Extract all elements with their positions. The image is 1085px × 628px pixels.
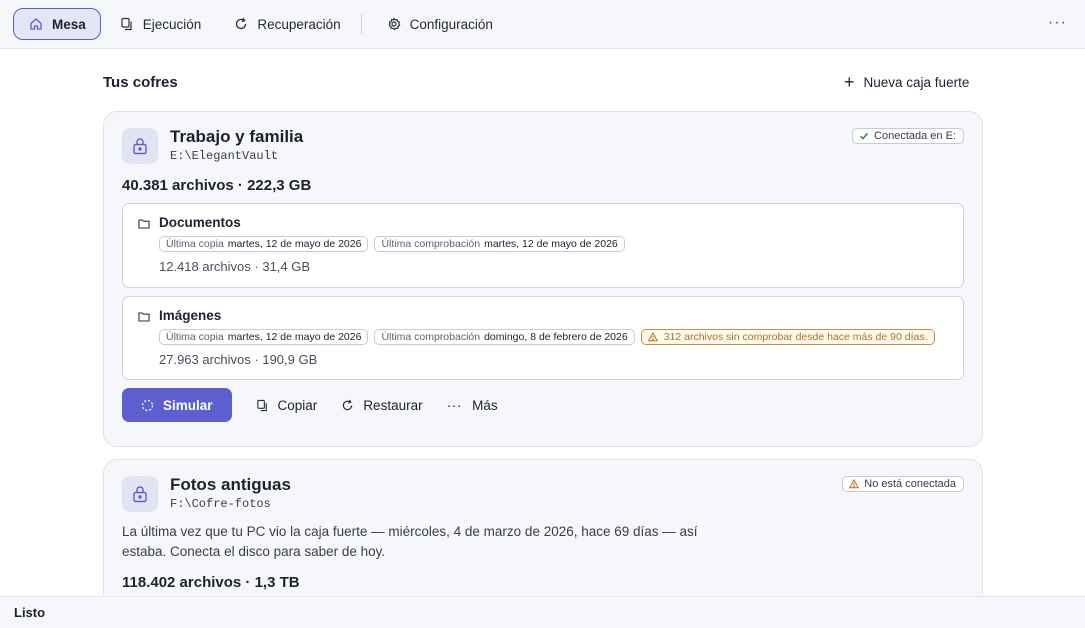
new-vault-label: Nueva caja fuerte [863,74,970,90]
lock-icon [122,128,158,164]
new-vault-button[interactable]: + Nueva caja fuerte [844,72,970,92]
folder-item-documentos[interactable]: Documentos Última copia martes, 12 de may… [122,203,964,288]
spinner-icon [141,399,154,411]
nav-tab-mesa[interactable]: Mesa [13,8,101,40]
lock-icon [122,476,158,512]
chip-key: Última comprobación [381,331,481,343]
chip-value: martes, 12 de mayo de 2026 [227,238,362,250]
nav-tab-label: Recuperación [257,16,341,32]
vault-summary: 118.402 archivos · 1,3 TB [122,574,300,591]
last-check-chip: Última comprobación martes, 12 de mayo de… [374,236,625,252]
status-text: Listo [14,605,46,620]
last-copy-chip: Última copia martes, 12 de mayo de 2026 [159,329,369,345]
copy-icon [121,17,132,31]
vault-card-fotos: Fotos antiguas F:\Cofre-fotos No está co… [103,459,983,596]
folder-item-imagenes[interactable]: Imágenes Última copia martes, 12 de mayo … [122,296,964,380]
more-menu-button[interactable]: ··· [1048,14,1067,32]
gear-icon [388,17,401,31]
vault-path: E:\ElegantVault [170,149,279,163]
copy-icon [256,399,267,411]
vault-description: La última vez que tu PC vio la caja fuer… [122,524,698,559]
nav-tab-ejecucion[interactable]: Ejecución [105,8,216,40]
vault-actions: Simular Copiar Restaurar ··· Más [122,388,498,422]
nav-tab-label: Configuración [409,16,493,32]
chip-key: Última copia [166,238,224,250]
vault-name: Trabajo y familia [170,127,304,146]
warning-text: 312 archivos sin comprobar desde hace má… [663,331,928,343]
top-nav-bar: Mesa Ejecución Recuperación Configuració… [0,0,1085,49]
folder-stats: 27.963 archivos · 190,9 GB [159,352,318,367]
chip-key: Última copia [166,331,224,343]
ellipsis-icon: ··· [446,397,463,413]
refresh-icon [236,17,247,30]
warning-icon [849,479,860,489]
more-actions-button[interactable]: ··· Más [447,397,498,413]
warning-chip: 312 archivos sin comprobar desde hace má… [640,329,935,345]
restore-button[interactable]: Restaurar [341,397,423,413]
refresh-icon [343,399,353,410]
page-title: Tus cofres [103,74,178,91]
vault-card-trabajo: Trabajo y familia E:\ElegantVault Conect… [103,111,983,447]
folder-name: Documentos [159,215,241,230]
nav-tab-configuracion[interactable]: Configuración [372,8,507,40]
chip-key: Última comprobación [381,238,481,250]
chip-value: martes, 12 de mayo de 2026 [227,331,362,343]
folder-icon [138,219,150,229]
simulate-label: Simular [163,397,213,413]
warning-icon [647,332,658,342]
vault-name: Fotos antiguas [170,475,291,494]
vault-summary: 40.381 archivos · 222,3 GB [122,177,312,194]
status-badge: No está conectada [842,476,964,492]
copy-button[interactable]: Copiar [256,397,318,413]
more-label: Más [472,397,498,413]
last-copy-chip: Última copia martes, 12 de mayo de 2026 [159,236,369,252]
folder-name: Imágenes [159,308,222,323]
status-label: Conectada en E: [874,130,956,142]
plus-icon: + [844,72,855,92]
chip-value: martes, 12 de mayo de 2026 [484,238,618,250]
home-icon [30,18,42,30]
status-label: No está conectada [864,478,956,490]
folder-chips: Última copia martes, 12 de mayo de 2026 Ú… [159,329,941,345]
status-bar: Listo [0,596,1085,628]
nav-tab-label: Mesa [52,16,86,32]
chip-value: domingo, 8 de febrero de 2026 [484,331,628,343]
main-content: Tus cofres + Nueva caja fuerte Trabajo y… [0,49,1085,596]
copy-label: Copiar [277,397,318,413]
simulate-button[interactable]: Simular [122,388,232,422]
restore-label: Restaurar [363,397,423,413]
folder-chips: Última copia martes, 12 de mayo de 2026 Ú… [159,236,631,252]
nav-tab-label: Ejecución [142,16,202,32]
nav-tab-recuperacion[interactable]: Recuperación [219,8,354,40]
folder-icon [138,312,150,322]
check-icon [860,132,869,140]
folder-stats: 12.418 archivos · 31,4 GB [159,259,311,274]
last-check-chip: Última comprobación domingo, 8 de febrero… [374,329,635,345]
status-badge: Conectada en E: [852,128,964,144]
nav-divider [360,14,362,34]
vault-path: F:\Cofre-fotos [170,497,271,511]
